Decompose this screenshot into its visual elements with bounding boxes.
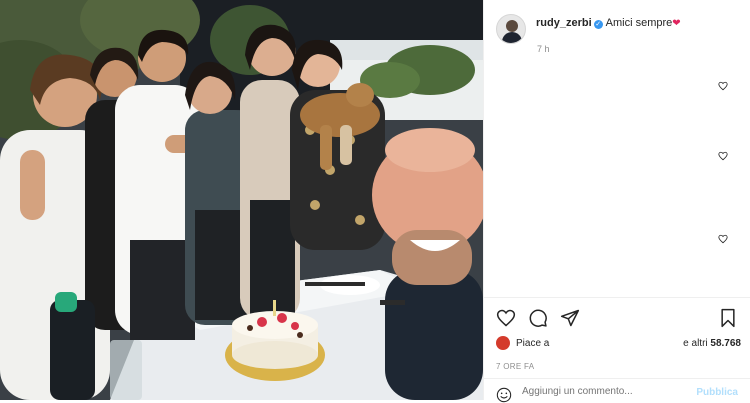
paper-plane-icon[interactable] [560,308,580,328]
instagram-post: rudy_zerbi ✓ Amici sempre❤ 7 h Piace a e… [0,0,750,403]
comment-like-heart-icon[interactable] [718,81,728,91]
likes-suffix: e altri [683,338,708,349]
likes-count: 58.768 [710,338,741,349]
post-date: 7 ORE FA [496,362,535,371]
comment-bubble-icon[interactable] [528,308,548,328]
comment-like-heart-icon[interactable] [718,234,728,244]
likes-prefix: Piace a [516,338,550,349]
heart-outline-icon[interactable] [496,308,516,328]
post-timestamp[interactable]: 7 h [537,44,550,54]
add-comment-bar: Pubblica [484,378,750,403]
caption-line: rudy_zerbi ✓ Amici sempre❤ [536,17,681,29]
avatar-head [506,20,518,32]
smiley-icon[interactable] [496,387,512,403]
post-photo[interactable] [0,0,483,400]
post-side-panel: rudy_zerbi ✓ Amici sempre❤ 7 h Piace a e… [483,0,750,403]
liker-avatar[interactable] [496,336,510,350]
username-link[interactable]: rudy_zerbi [536,17,592,29]
likes-line: Piace a e altri 58.768 [496,336,741,352]
avatar-body [502,32,522,43]
comment-input[interactable] [522,386,672,397]
comments-area [484,62,750,297]
bookmark-icon[interactable] [718,308,738,328]
publish-button[interactable]: Pubblica [696,387,738,398]
comment-like-heart-icon[interactable] [718,151,728,161]
likes-count-link[interactable]: e altri 58.768 [683,338,741,349]
red-heart-emoji-icon: ❤ [672,18,681,29]
photo-illustration [0,0,483,400]
post-header: rudy_zerbi ✓ Amici sempre❤ 7 h [484,0,750,62]
post-actions-bar [484,297,750,338]
caption-text: Amici sempre [605,17,673,29]
verified-badge-icon: ✓ [593,20,603,29]
avatar[interactable] [496,14,526,44]
